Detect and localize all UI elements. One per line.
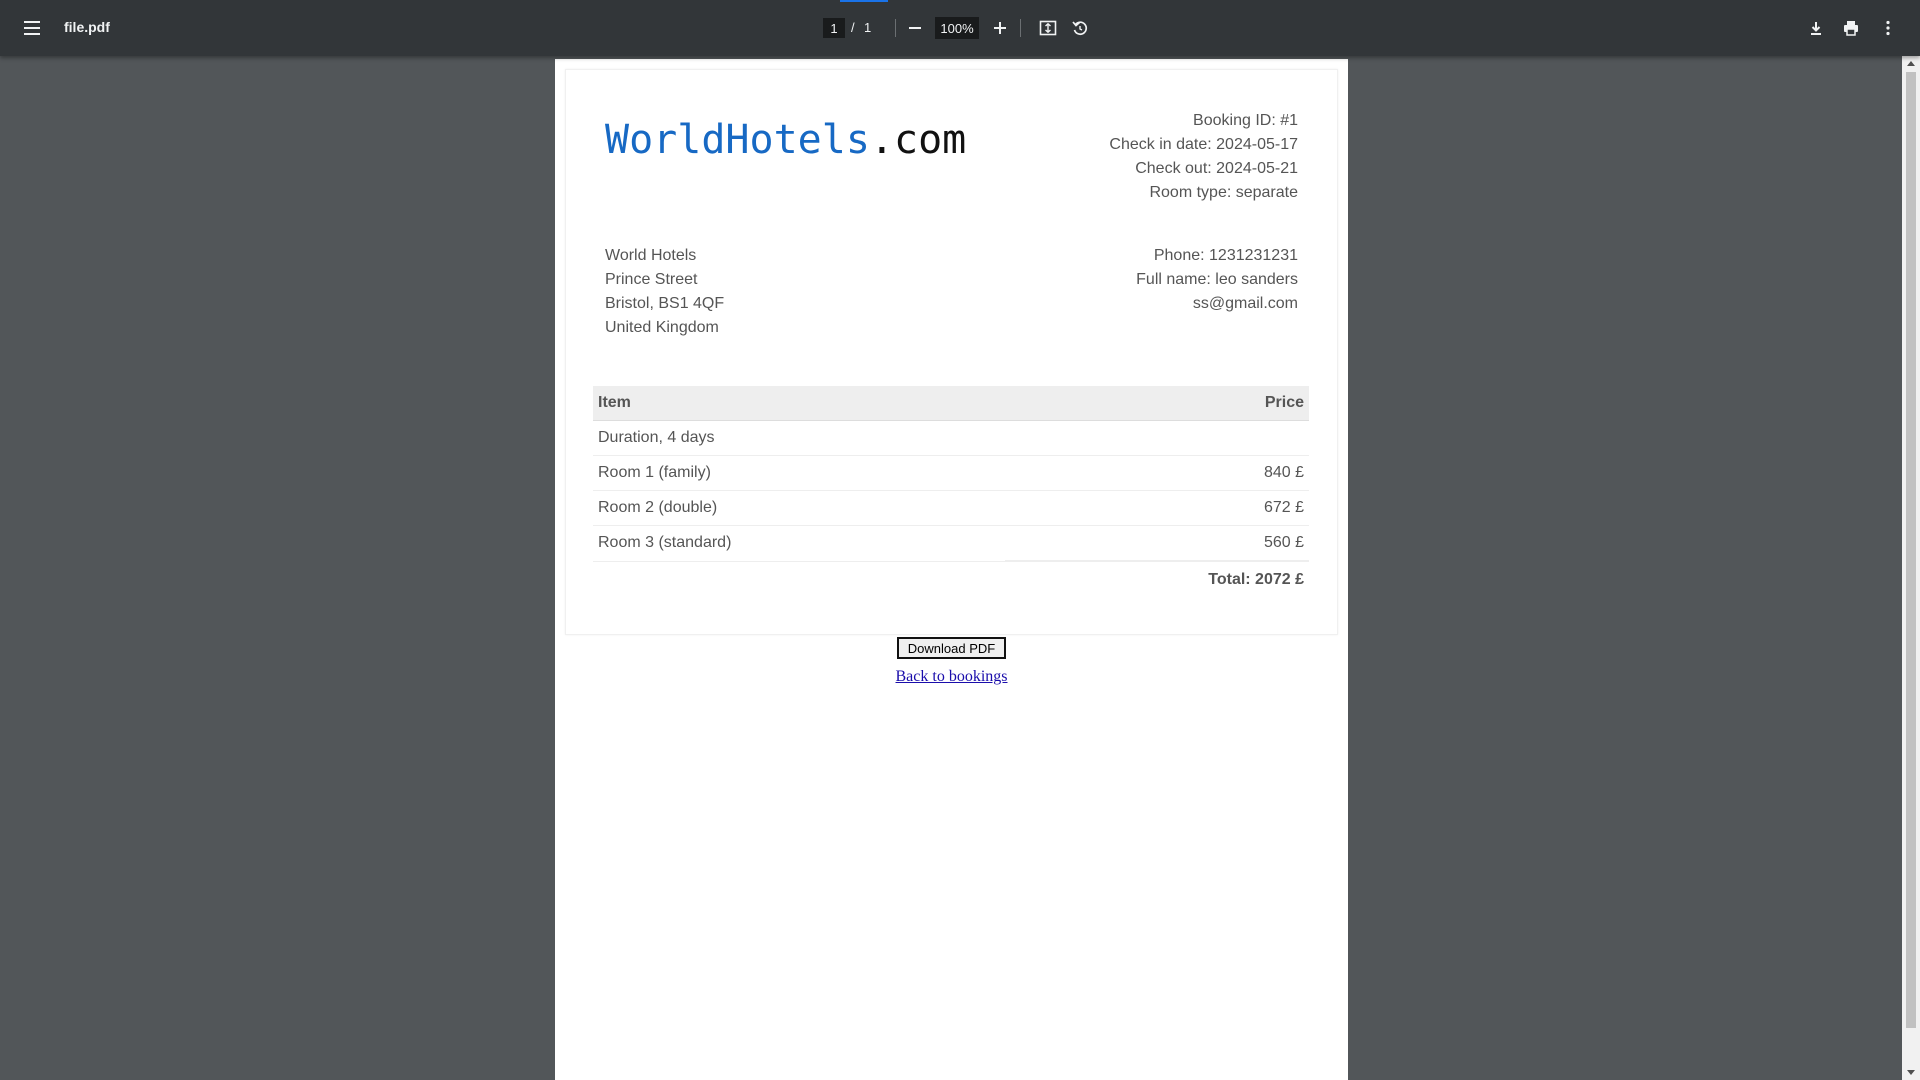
item-cell: Room 2 (double) <box>593 490 1006 526</box>
pdf-toolbar: file.pdf / 1 <box>0 0 1920 56</box>
menu-icon[interactable] <box>20 16 44 40</box>
total-row: Total: 2072 £ <box>593 560 1309 598</box>
check-out-date: Check out: 2024-05-21 <box>1135 160 1298 177</box>
booking-info: Booking ID: #1 Check in date: 2024-05-17… <box>1109 109 1298 205</box>
zoom-input[interactable] <box>935 17 979 39</box>
price-cell: 672 £ <box>1005 490 1309 526</box>
total-amount: Total: 2072 £ <box>1005 560 1309 598</box>
page-separator: / <box>851 20 855 35</box>
table-header-row: Item Price <box>593 386 1309 421</box>
company-country: United Kingdom <box>605 319 719 336</box>
item-cell: Room 3 (standard) <box>593 525 1006 562</box>
customer-email: ss@gmail.com <box>1192 295 1298 312</box>
price-cell: 560 £ <box>1005 525 1309 562</box>
room-type: Room type: separate <box>1149 184 1298 201</box>
worldhotels-logo: WorldHotels.com <box>605 117 966 163</box>
pdf-page: WorldHotels.com Booking ID: #1 Check in … <box>555 59 1348 1080</box>
table-row: Room 2 (double) 672 £ <box>593 490 1309 526</box>
logo-main-text: WorldHotels <box>605 117 870 163</box>
scrollbar-thumb[interactable] <box>1906 72 1916 1028</box>
back-to-bookings-link[interactable]: Back to bookings <box>555 668 1348 686</box>
item-cell: Duration, 4 days <box>593 420 1006 456</box>
download-icon[interactable] <box>1802 14 1830 42</box>
company-name: World Hotels <box>605 247 697 264</box>
company-address: World Hotels Prince Street Bristol, BS1 … <box>605 244 724 340</box>
customer-info: Phone: 1231231231 Full name: leo sanders… <box>1136 244 1298 316</box>
column-header-item: Item <box>593 386 1006 421</box>
company-street: Prince Street <box>605 271 698 288</box>
customer-phone: Phone: 1231231231 <box>1153 247 1298 264</box>
table-row: Room 1 (family) 840 £ <box>593 455 1309 491</box>
print-icon[interactable] <box>1837 14 1865 42</box>
vertical-scrollbar[interactable] <box>1902 56 1920 1080</box>
page-total: 1 <box>864 20 872 35</box>
items-table: Item Price Duration, 4 days Room 1 (fami… <box>593 386 1309 598</box>
loading-indicator <box>840 0 888 2</box>
customer-full-name: Full name: leo sanders <box>1136 271 1298 288</box>
table-row: Room 3 (standard) 560 £ <box>593 525 1309 562</box>
item-cell: Room 1 (family) <box>593 455 1006 491</box>
scroll-up-arrow-icon[interactable] <box>1907 61 1915 66</box>
price-cell <box>1005 420 1309 456</box>
more-icon[interactable] <box>1874 14 1902 42</box>
company-city: Bristol, BS1 4QF <box>605 295 725 312</box>
file-title: file.pdf <box>64 19 110 35</box>
check-in-date: Check in date: 2024-05-17 <box>1109 136 1298 153</box>
column-header-price: Price <box>1005 386 1309 421</box>
rotate-icon[interactable] <box>1066 14 1094 42</box>
zoom-in-icon[interactable] <box>986 14 1014 42</box>
fit-to-page-icon[interactable] <box>1034 14 1062 42</box>
toolbar-divider <box>1020 19 1021 37</box>
price-cell: 840 £ <box>1005 455 1309 491</box>
page-number-input[interactable] <box>823 18 845 38</box>
download-pdf-button[interactable]: Download PDF <box>897 637 1006 659</box>
booking-id: Booking ID: #1 <box>1193 112 1298 129</box>
total-spacer <box>593 561 1005 598</box>
zoom-out-icon[interactable] <box>901 14 929 42</box>
logo-tld-text: .com <box>869 117 967 163</box>
table-row: Duration, 4 days <box>593 420 1309 456</box>
toolbar-divider <box>895 19 896 37</box>
scroll-down-arrow-icon[interactable] <box>1907 1070 1915 1075</box>
